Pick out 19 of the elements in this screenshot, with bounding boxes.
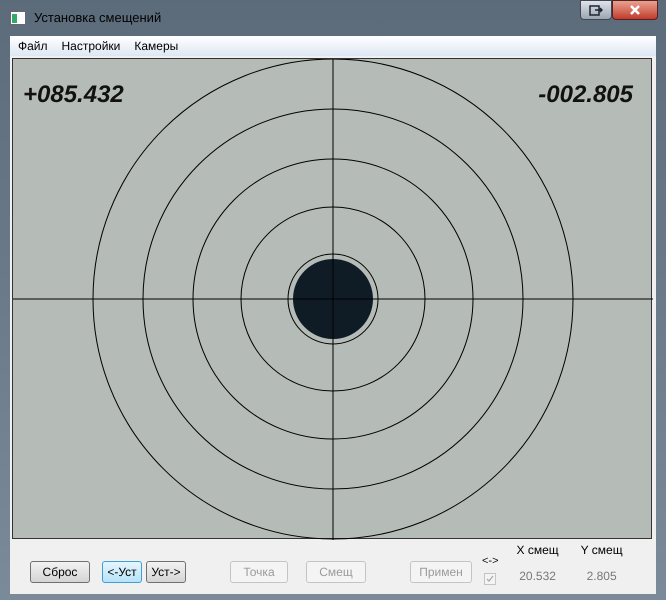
window-title: Установка смещений	[34, 9, 162, 28]
app-icon	[10, 11, 26, 25]
restore-button[interactable]	[580, 0, 612, 20]
y-readout: -002.805	[538, 80, 633, 110]
offset-value: 2.805	[586, 568, 617, 585]
action-button[interactable]: Сброс	[30, 561, 90, 583]
menu-item[interactable]: Камеры	[134, 37, 178, 55]
action-button[interactable]: Уст->	[146, 561, 186, 583]
close-icon	[629, 5, 641, 15]
offset-value: 20.532	[519, 568, 556, 585]
offset-heading: Y смещ	[580, 542, 623, 559]
offset-heading: X смещ	[516, 542, 559, 559]
restore-icon	[589, 4, 603, 16]
close-button[interactable]	[612, 0, 658, 20]
action-button[interactable]: <-Уст	[102, 561, 142, 583]
x-readout: +085.432	[23, 80, 124, 110]
menu-item[interactable]: Настройки	[62, 37, 120, 55]
swap-label: <->	[482, 554, 499, 568]
menu-item[interactable]: Файл	[18, 37, 48, 55]
